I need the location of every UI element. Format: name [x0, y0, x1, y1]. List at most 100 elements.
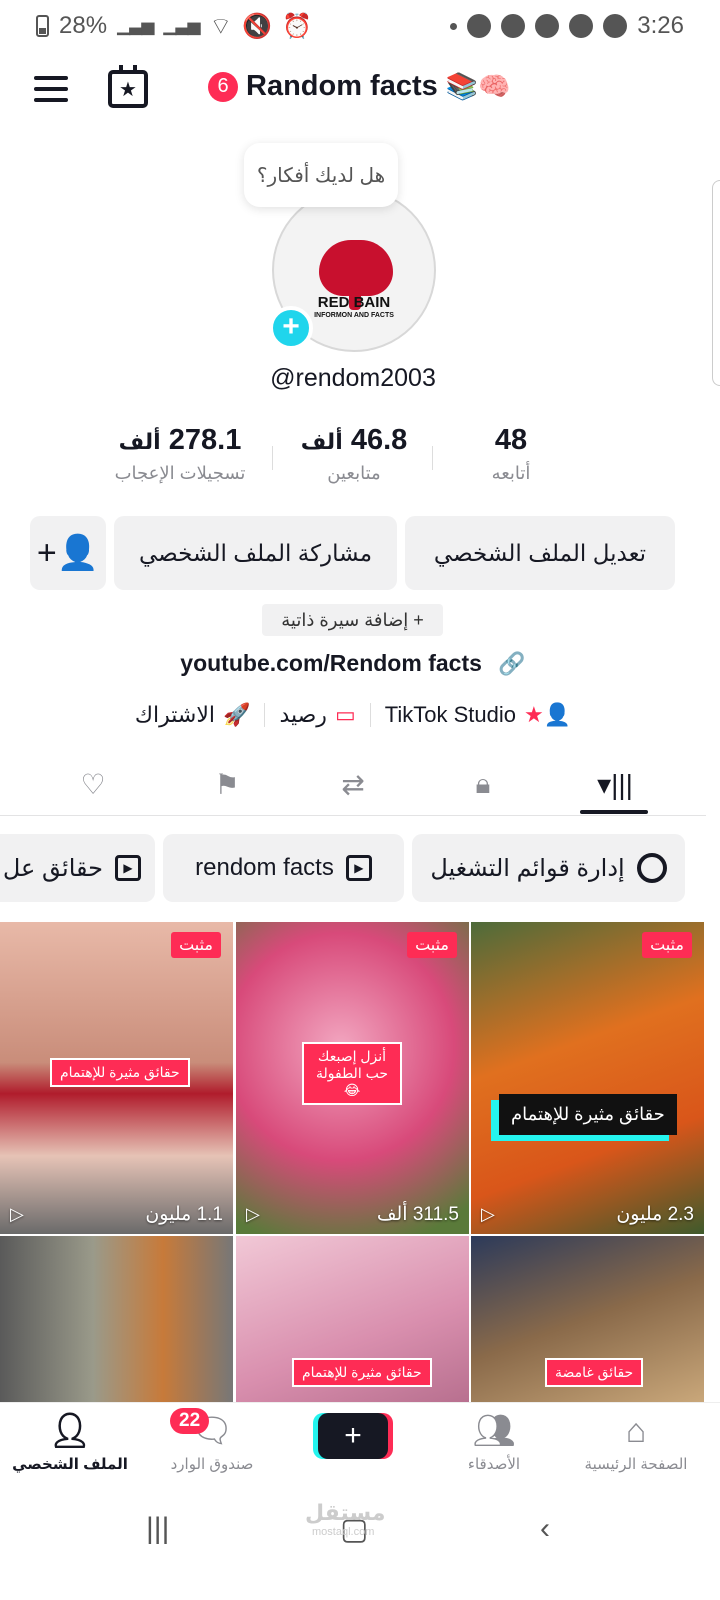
menu-icon[interactable] — [34, 76, 68, 102]
view-count: 2.3 مليون ▷ — [481, 1203, 694, 1226]
video-thumbnail[interactable]: مثبت حقائق مثيرة للإهتمام 2.3 مليون ▷ — [471, 922, 704, 1234]
home-icon: ⌂ — [625, 1411, 647, 1450]
recent-apps-icon[interactable]: ||| — [146, 1512, 169, 1546]
alarm-icon: ⏰ — [281, 12, 312, 40]
playlist-label: rendom facts — [195, 854, 334, 881]
bookmark-icon: ⚑ — [214, 768, 240, 800]
battery-icon — [36, 15, 49, 37]
pinned-badge: مثبت — [171, 932, 221, 958]
video-overlay-text: حقائق مثيرة للإهتمام — [50, 1058, 190, 1087]
side-drawer-handle[interactable] — [712, 180, 720, 386]
playlist-icon: ▶ — [345, 855, 372, 881]
lock-icon: 🔒︎ — [475, 767, 491, 799]
following-stat[interactable]: 48 أتابعه — [431, 424, 591, 484]
add-avatar-button[interactable]: + — [269, 306, 313, 350]
add-user-icon: 👤+ — [36, 534, 100, 572]
nav-profile-label: الملف الشخصي — [12, 1456, 128, 1473]
snapchat-icon — [501, 14, 526, 38]
subscription-label: الاشتراك — [134, 702, 216, 727]
following-label: أتابعه — [491, 463, 531, 483]
tab-private[interactable]: 🔒︎ — [448, 758, 518, 810]
stat-divider — [272, 446, 273, 470]
bottom-nav: ⌂ الصفحة الرئيسية 👥︎ الأصدقاء + 22 🗨︎ صن… — [0, 1402, 720, 1484]
wifi-icon: ⌔ — [209, 13, 233, 40]
view-count: 1.1 مليون ▷ — [10, 1203, 223, 1226]
playlist-icon: ▶ — [115, 855, 141, 881]
pinned-badge: مثبت — [407, 932, 457, 958]
following-count: 48 — [494, 424, 528, 456]
more-notifications-icon — [450, 22, 458, 30]
view-count: 311.5 ألف ▷ — [246, 1203, 459, 1226]
add-friend-button[interactable]: 👤+ — [30, 516, 106, 590]
nav-friends[interactable]: 👥︎ الأصدقاء — [424, 1411, 564, 1473]
tab-videos[interactable]: ▾||| — [580, 758, 650, 810]
nav-inbox[interactable]: 🗨︎ صندوق الوارد — [142, 1411, 282, 1473]
video-thumbnail[interactable] — [0, 1236, 233, 1402]
video-thumbnail[interactable]: حقائق غامضة — [471, 1236, 704, 1402]
tiktok-studio-link[interactable]: 👤★ TikTok Studio — [385, 702, 571, 728]
brain-logo-icon — [319, 240, 393, 310]
playlist-chip[interactable]: حقائق عل ▶ — [0, 834, 155, 902]
account-switcher[interactable]: 6 Random facts 📚🧠 — [208, 70, 511, 103]
creator-tools-row: 👤★ TikTok Studio ▭ رصيد 🚀 الاشتراك — [0, 698, 706, 732]
views-text: 2.3 مليون — [616, 1204, 694, 1225]
tool-divider — [264, 703, 266, 727]
video-thumbnail[interactable]: مثبت أنزل إصبعك حب الطفولة 😂 311.5 ألف ▷ — [236, 922, 469, 1234]
clock: 3:26 — [637, 12, 684, 39]
followers-label: متابعين — [327, 463, 381, 483]
nav-profile[interactable]: 👤︎ الملف الشخصي — [0, 1411, 140, 1473]
likes-unit: ألف — [118, 429, 161, 454]
mute-icon: 🔇 — [242, 12, 272, 40]
thoughts-bubble[interactable]: هل لديك أفكار؟ — [244, 143, 398, 207]
plus-icon: + — [344, 1419, 362, 1452]
playlist-label: حقائق عل — [2, 854, 103, 882]
snapchat-icon-2 — [535, 14, 560, 38]
video-overlay-text: حقائق غامضة — [545, 1358, 644, 1387]
video-overlay-text: حقائق مثيرة للإهتمام — [292, 1358, 432, 1387]
share-profile-button[interactable]: مشاركة الملف الشخصي — [114, 516, 397, 590]
username: @rendom2003 — [270, 364, 436, 392]
repost-icon: ⇄ — [341, 768, 365, 800]
battery-level: 28% — [59, 12, 108, 39]
watermark-sub: mostaql.com — [312, 1526, 375, 1538]
profile-link[interactable]: youtube.com/Rendom facts 🔗 — [0, 650, 706, 677]
status-left: 28% ▁▃▅ ▁▃▅ ⌔ 🔇 ⏰ — [36, 11, 312, 41]
edit-profile-button[interactable]: تعديل الملف الشخصي — [405, 516, 675, 590]
pinned-badge: مثبت — [642, 932, 692, 958]
tab-reposts[interactable]: ⇄ — [318, 758, 388, 810]
create-button[interactable]: + — [318, 1413, 388, 1459]
tab-liked[interactable]: ♡ — [58, 758, 128, 810]
video-overlay-text: حقائق مثيرة للإهتمام — [499, 1094, 677, 1135]
snapchat-icon-3 — [569, 14, 594, 38]
profile-tabs: ▾||| 🔒︎ ⇄ ⚑ ♡ — [0, 752, 706, 816]
calendar-star-icon[interactable]: ★ — [108, 65, 148, 108]
status-bar: 28% ▁▃▅ ▁▃▅ ⌔ 🔇 ⏰ 3:26 — [0, 0, 720, 52]
back-icon[interactable]: ‹ — [540, 1512, 550, 1546]
profile-icon: 👤︎ — [48, 1412, 92, 1450]
video-thumbnail[interactable]: حقائق مثيرة للإهتمام — [236, 1236, 469, 1402]
profile-link-text: youtube.com/Rendom facts — [180, 650, 482, 676]
notification-badge: 6 — [208, 71, 238, 102]
manage-playlists-label: إدارة قوائم التشغيل — [430, 854, 625, 882]
inbox-badge: 22 — [170, 1408, 210, 1434]
likes-label: تسجيلات الإعجاب — [114, 463, 246, 483]
nav-home[interactable]: ⌂ الصفحة الرئيسية — [566, 1411, 706, 1474]
followers-stat[interactable]: 46.8 ألف متابعين — [274, 424, 434, 484]
playlist-chip[interactable]: rendom facts ▶ — [163, 834, 404, 902]
watermark: مستقل — [305, 1500, 386, 1525]
tab-favorites[interactable]: ⚑ — [192, 758, 262, 810]
subscription-link[interactable]: 🚀 الاشتراك — [135, 702, 251, 728]
nav-friends-label: الأصدقاء — [467, 1456, 521, 1473]
followers-unit: ألف — [300, 429, 343, 454]
manage-playlists-button[interactable]: إدارة قوائم التشغيل — [412, 834, 685, 902]
play-icon: ▷ — [10, 1204, 24, 1224]
signal-icon: ▁▃▅ — [117, 16, 154, 35]
balance-link[interactable]: ▭ رصيد — [279, 702, 355, 728]
status-right: 3:26 — [450, 12, 684, 40]
likes-stat[interactable]: 278.1 ألف تسجيلات الإعجاب — [100, 424, 260, 484]
video-thumbnail[interactable]: مثبت حقائق مثيرة للإهتمام 1.1 مليون ▷ — [0, 922, 233, 1234]
tool-divider — [369, 703, 371, 727]
balance-label: رصيد — [279, 702, 327, 727]
inbox-icon: 🗨︎ — [190, 1412, 234, 1450]
add-bio-button[interactable]: + إضافة سيرة ذاتية — [262, 604, 443, 636]
